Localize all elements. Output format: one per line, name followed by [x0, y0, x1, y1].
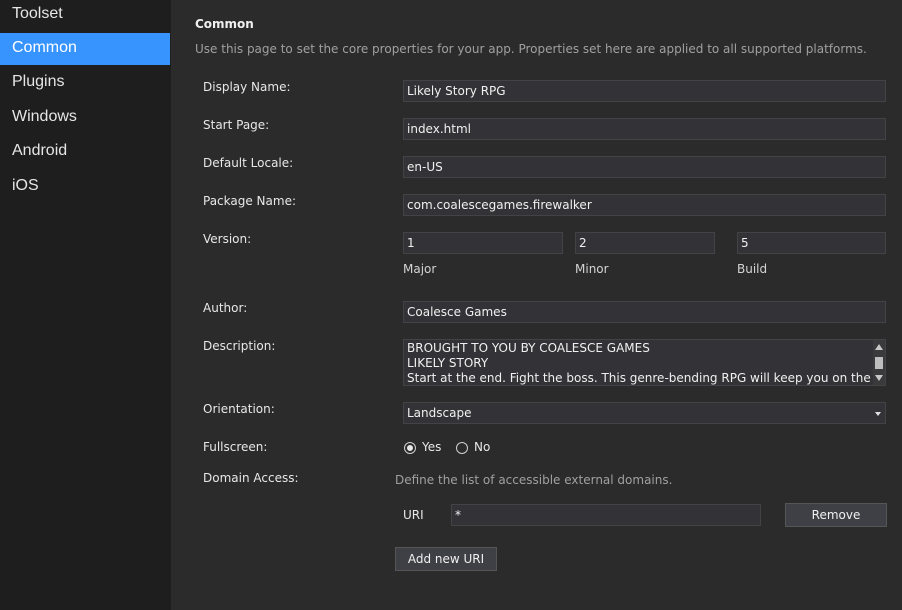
version-minor-field[interactable]: 2 [575, 232, 715, 254]
default-locale-field[interactable]: en-US [403, 156, 886, 178]
remove-uri-button[interactable]: Remove [785, 503, 887, 527]
fullscreen-label: Fullscreen: [203, 440, 268, 454]
sidebar-item-windows[interactable]: Windows [0, 102, 170, 134]
orientation-value: Landscape [407, 406, 472, 420]
uri-field[interactable]: * [451, 504, 761, 526]
version-build-label: Build [737, 262, 768, 276]
default-locale-label: Default Locale: [203, 156, 294, 170]
uri-label: URI [403, 508, 424, 522]
version-build-field[interactable]: 5 [737, 232, 886, 254]
chevron-down-icon [875, 412, 881, 416]
version-label: Version: [203, 232, 252, 246]
description-scrollbar[interactable] [873, 340, 885, 385]
settings-panel: Common Use this page to set the core pro… [171, 0, 902, 610]
description-line: LIKELY STORY [407, 356, 489, 370]
author-field[interactable]: Coalesce Games [403, 301, 886, 323]
domain-access-hint: Define the list of accessible external d… [395, 473, 673, 487]
domain-access-label: Domain Access: [203, 471, 299, 485]
orientation-dropdown[interactable]: Landscape [403, 402, 886, 424]
sidebar-item-ios[interactable]: iOS [0, 171, 170, 203]
fullscreen-yes-radio[interactable] [404, 442, 416, 454]
version-major-field[interactable]: 1 [403, 232, 563, 254]
display-name-field[interactable]: Likely Story RPG [403, 80, 886, 102]
orientation-label: Orientation: [203, 402, 275, 416]
scroll-thumb[interactable] [875, 357, 883, 369]
version-minor-label: Minor [575, 262, 609, 276]
display-name-label: Display Name: [203, 80, 291, 94]
fullscreen-no-label[interactable]: No [474, 440, 490, 454]
page-intro: Use this page to set the core properties… [195, 42, 867, 56]
package-name-label: Package Name: [203, 194, 296, 208]
start-page-field[interactable]: index.html [403, 118, 886, 140]
fullscreen-yes-label[interactable]: Yes [422, 440, 441, 454]
page-title: Common [195, 17, 254, 31]
sidebar-item-plugins[interactable]: Plugins [0, 67, 170, 99]
description-line: Start at the end. Fight the boss. This g… [407, 371, 871, 385]
version-major-label: Major [403, 262, 437, 276]
package-name-field[interactable]: com.coalescegames.firewalker [403, 194, 886, 216]
sidebar: Toolset Common Plugins Windows Android i… [0, 0, 171, 610]
author-label: Author: [203, 301, 248, 315]
fullscreen-no-radio[interactable] [456, 442, 468, 454]
sidebar-item-common[interactable]: Common [0, 33, 170, 65]
description-label: Description: [203, 339, 276, 353]
description-textarea[interactable]: BROUGHT TO YOU BY COALESCE GAMES LIKELY … [403, 339, 886, 386]
scroll-down-icon[interactable] [875, 375, 883, 381]
add-uri-button[interactable]: Add new URI [395, 547, 497, 571]
sidebar-item-android[interactable]: Android [0, 136, 170, 168]
start-page-label: Start Page: [203, 118, 270, 132]
scroll-up-icon[interactable] [875, 344, 883, 350]
sidebar-item-toolset[interactable]: Toolset [0, 0, 170, 31]
description-line: BROUGHT TO YOU BY COALESCE GAMES [407, 341, 650, 355]
